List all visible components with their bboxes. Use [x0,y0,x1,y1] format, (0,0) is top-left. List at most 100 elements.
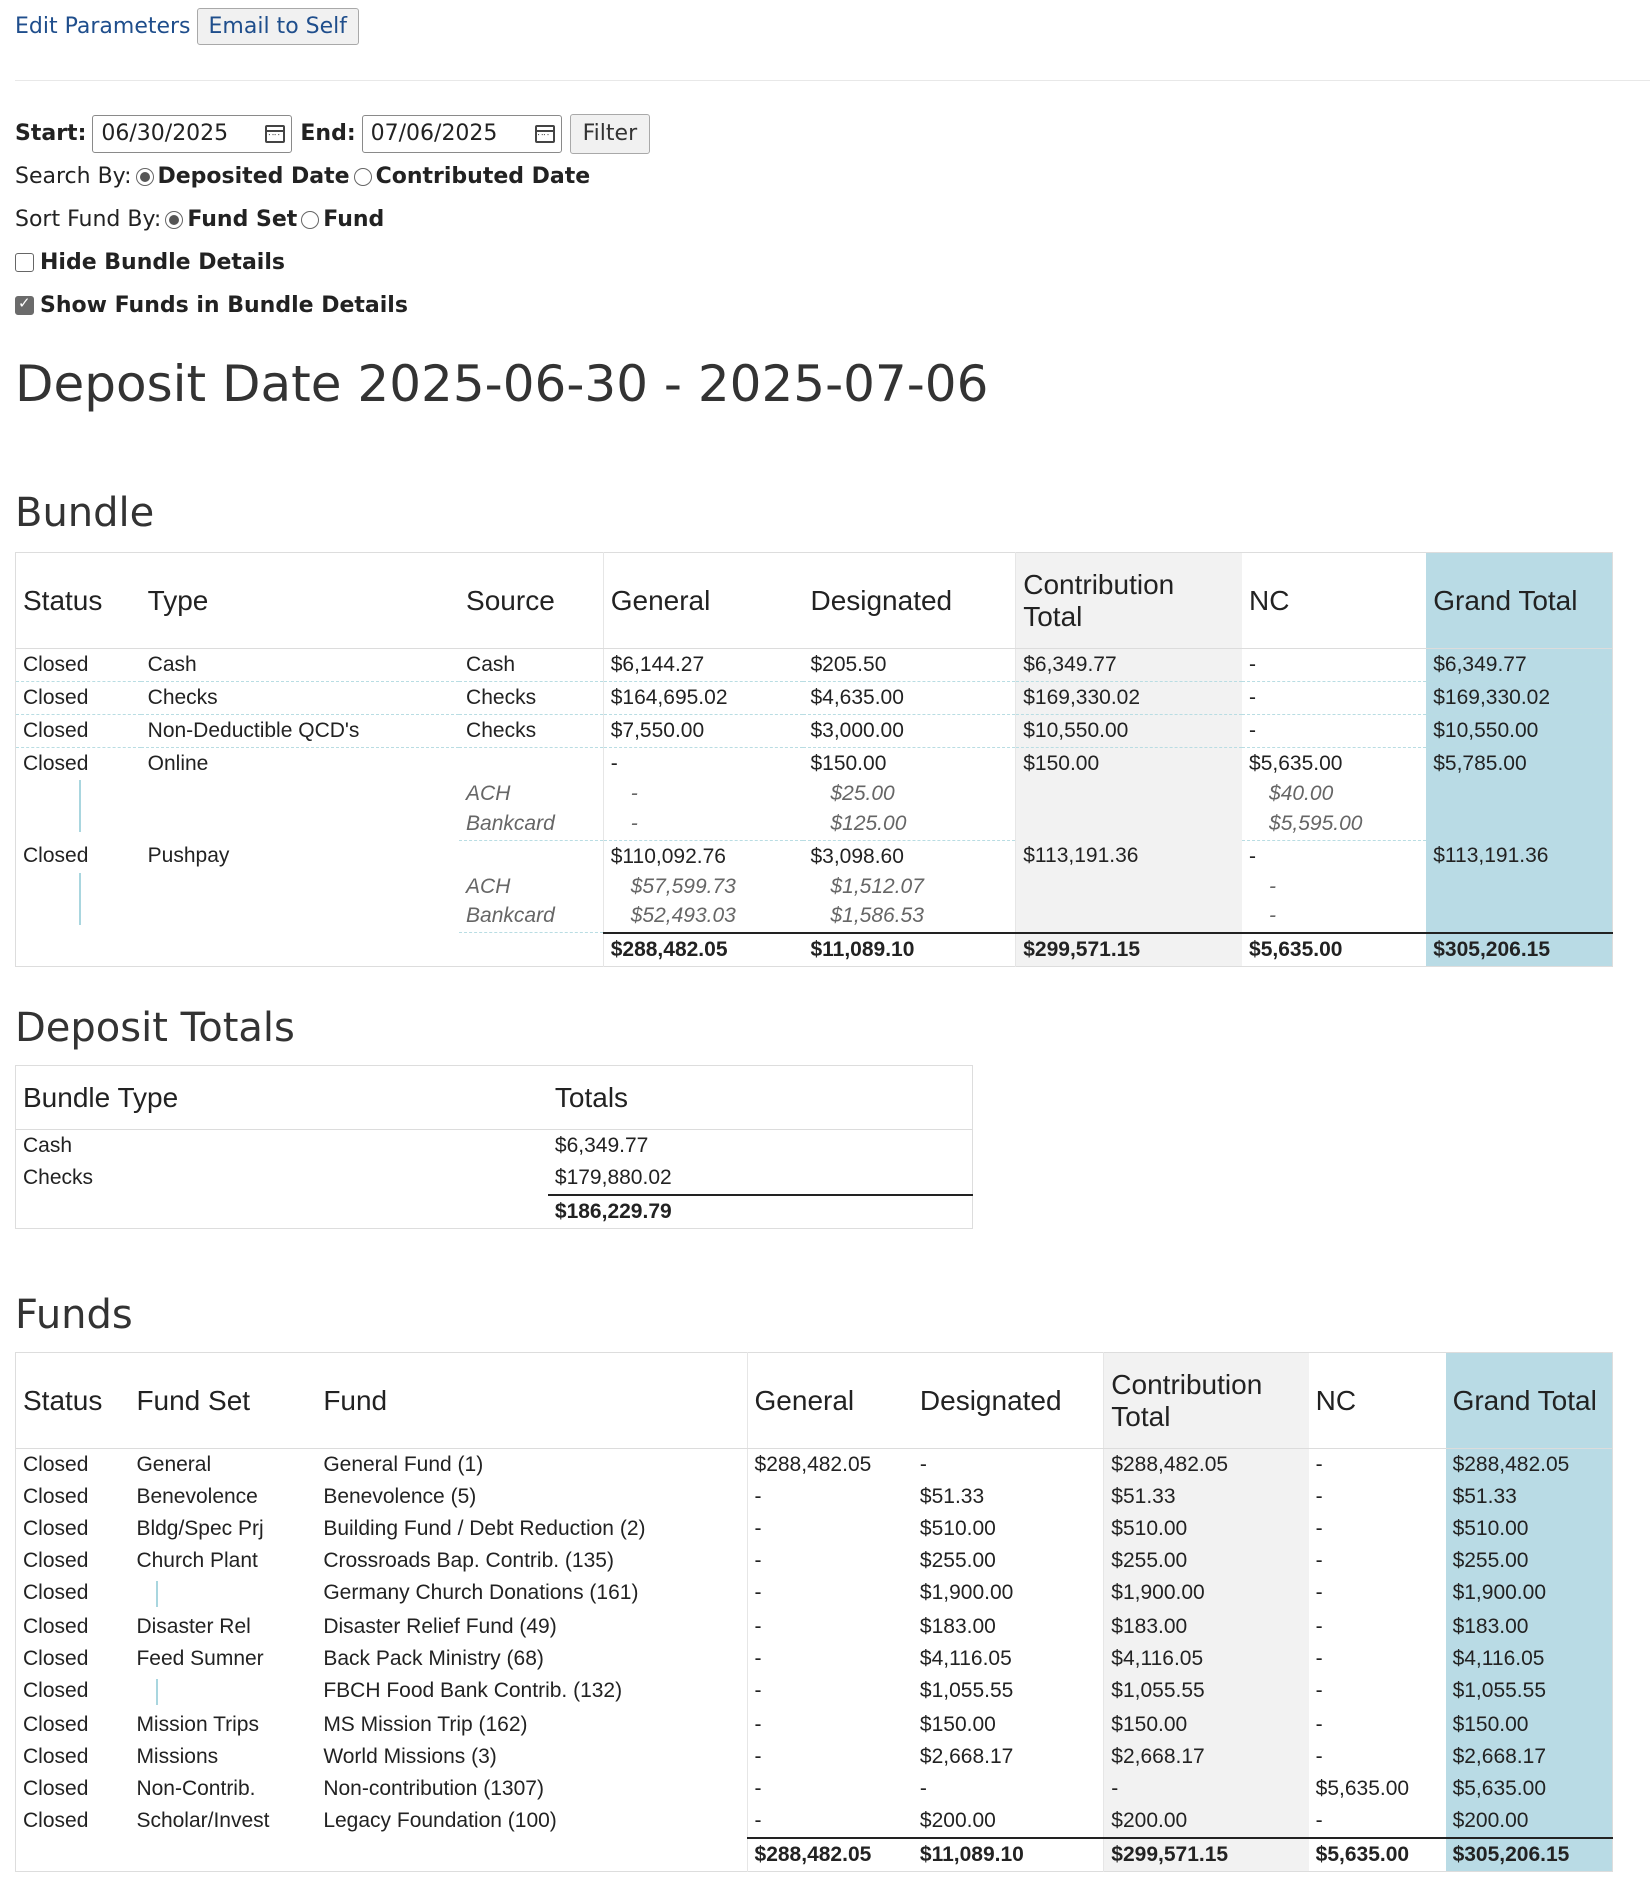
fund-set-cell: General [136,1453,212,1476]
col-status[interactable]: Status [15,1352,130,1449]
fund-radio[interactable] [301,210,320,229]
calendar-icon[interactable] [265,124,286,143]
col-nc[interactable]: NC [1308,1352,1446,1449]
nc-cell: - [1315,1679,1323,1702]
filter-button[interactable]: Filter [569,113,651,154]
grand-total-cell: $200.00 [1445,1805,1613,1838]
col-general[interactable]: General [746,1352,913,1449]
totals-row: $288,482.05 $11,089.10 $299,571.15 $5,635.0… [16,931,1613,967]
total-general-cell: $288,482.05 [746,1837,913,1872]
tree-connector [79,872,81,925]
contributed-date-radio[interactable] [353,167,372,186]
contribution-total-cell: $113,191.36 [1015,840,1243,933]
empty-cell [459,933,603,967]
edit-parameters-link[interactable]: Edit Parameters [15,14,191,39]
col-fund[interactable]: Fund [316,1352,748,1449]
sub-general-cell: - [602,780,804,810]
show-funds-label[interactable]: Show Funds in Bundle Details [40,293,408,318]
col-designated[interactable]: Designated [912,1352,1104,1449]
sub-general-cell: $57,599.73 [602,872,804,902]
fund-set-cell: Missions [136,1745,219,1768]
show-funds-row: Show Funds in Bundle Details [15,284,650,327]
contribution-total-cell: $51.33 [1103,1481,1309,1513]
designated-cell: $205.50 [803,648,1016,682]
designated-cell: $1,900.00 [919,1581,1014,1604]
fund-set-label[interactable]: Fund Set [187,207,297,232]
contribution-total-cell: $169,330.02 [1015,681,1243,715]
fund-set-cell: Bldg/Spec Prj [136,1517,264,1540]
fund-cell: Legacy Foundation (100) [323,1809,557,1832]
col-status[interactable]: Status [15,552,141,649]
general-cell: - [746,1513,913,1545]
status-cell: Closed [23,752,89,775]
fund-set-radio[interactable] [165,210,184,229]
designated-cell: $2,668.17 [919,1745,1014,1768]
col-general[interactable]: General [602,552,804,649]
show-funds-checkbox[interactable] [15,294,34,315]
start-date-value: 06/30/2025 [101,121,229,146]
sub-source-cell: Bankcard [459,901,604,933]
deposit-totals-table: Bundle Type Totals Cash $6,349.77 Checks $1… [15,1065,973,1229]
status-cell: Closed [23,1485,89,1508]
empty-cell [16,933,141,967]
contributed-date-label[interactable]: Contributed Date [376,164,591,189]
hide-bundle-details-label[interactable]: Hide Bundle Details [40,250,285,275]
deposited-date-label[interactable]: Deposited Date [158,164,350,189]
total-designated-cell: $11,089.10 [912,1837,1104,1872]
general-cell: - [746,1709,913,1741]
end-date-input[interactable]: 07/06/2025 [361,114,562,153]
fund-cell: FBCH Food Bank Contrib. (132) [323,1679,623,1702]
table-row: Closed Non-Contrib. Non-contribution (1307… [16,1773,1613,1805]
deposit-totals-heading: Deposit Totals [15,1005,295,1051]
total-grand-cell: $305,206.15 [1426,931,1613,966]
designated-cell: $3,098.60 [810,844,904,868]
sub-designated-cell: $1,586.53 [803,901,1016,933]
col-totals[interactable]: Totals [547,1065,973,1130]
table-row: Closed Cash Cash $6,144.27 $205.50 $6,349.77-… [15,648,1613,682]
general-cell: $7,550.00 [602,714,804,748]
funds-table: Status Fund Set Fund General Designated … [15,1352,1613,1872]
nc-cell: $5,635.00 [1315,1777,1410,1800]
col-designated[interactable]: Designated [803,552,1016,649]
col-grand-total[interactable]: Grand Total [1445,1352,1613,1449]
grand-total-cell: $6,349.77 [1426,648,1613,682]
start-date-input[interactable]: 06/30/2025 [92,114,293,153]
sub-source-cell: Bankcard [459,809,604,841]
nc-cell: - [1315,1581,1323,1604]
col-contribution-total[interactable]: Contribution Total [1103,1352,1309,1449]
email-to-self-button[interactable]: Email to Self [196,8,359,45]
table-row: Closed Pushpay $110,092.76 $3,098.60 $113,19… [16,840,1613,933]
source-cell: Cash [459,648,604,682]
bundle-table: Status Type Source General Designated Co… [15,552,1613,967]
grand-total-cell: $4,116.05 [1445,1643,1613,1675]
table-row: Closed Non-Deductible QCD's Checks $7,550.0… [15,714,1613,748]
fund-label[interactable]: Fund [323,207,384,232]
col-fund-set[interactable]: Fund Set [129,1352,317,1449]
grand-total-cell: $169,330.02 [1426,681,1613,715]
col-nc[interactable]: NC [1242,552,1427,649]
contribution-total-cell: - [1103,1773,1309,1805]
bundle-header-row: Status Type Source General Designated Co… [15,552,1613,649]
table-row: Closed Church Plant Crossroads Bap. Contri… [16,1545,1613,1577]
hide-bundle-row: Hide Bundle Details [15,241,650,284]
col-contribution-total[interactable]: Contribution Total [1015,552,1243,649]
col-bundle-type[interactable]: Bundle Type [15,1065,548,1130]
general-cell: - [746,1675,913,1709]
empty-cell [129,1838,316,1872]
total-general-cell: $288,482.05 [602,931,804,966]
fund-set-cell: Disaster Rel [136,1615,251,1638]
col-grand-total[interactable]: Grand Total [1426,552,1613,649]
calendar-icon[interactable] [534,124,555,143]
grand-total-cell: $183.00 [1445,1611,1613,1643]
col-type[interactable]: Type [140,552,460,649]
total-grand-cell: $305,206.15 [1445,1837,1613,1872]
total-nc-cell: $5,635.00 [1242,931,1427,966]
table-subrow: ACH - $25.00 $40.00 [16,780,1613,832]
col-source[interactable]: Source [459,552,604,649]
deposited-date-radio[interactable] [135,167,154,186]
source-cell: Checks [459,681,604,715]
hide-bundle-details-checkbox[interactable] [15,253,34,272]
contribution-total-cell: $288,482.05 [1103,1448,1309,1481]
general-cell: - [746,1577,913,1611]
general-cell: $288,482.05 [746,1448,913,1481]
